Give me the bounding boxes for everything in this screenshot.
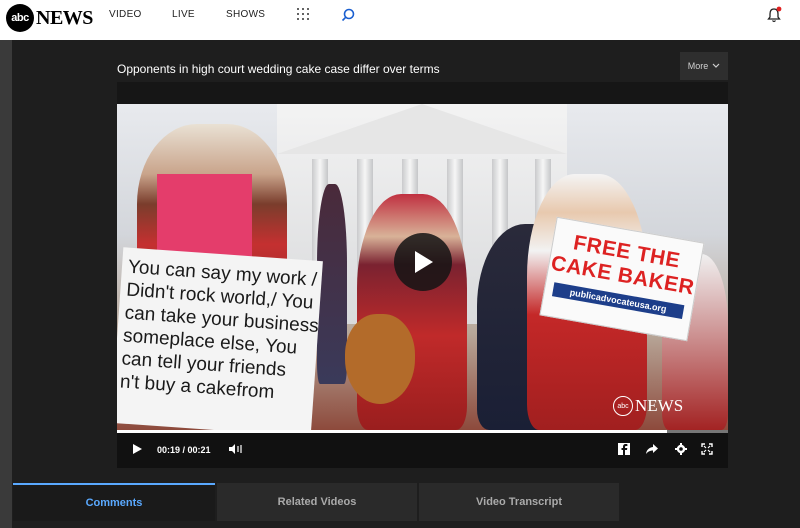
video-title: Opponents in high court wedding cake cas… [117,62,440,76]
title-bar [117,82,728,104]
logo-news-text: NEWS [36,6,93,29]
nav-shows[interactable]: SHOWS [226,9,265,20]
tab-comments[interactable]: Comments [13,483,215,521]
guitar [345,314,415,404]
site-header: abc NEWS VIDEO LIVE SHOWS [0,0,800,40]
time-display: 00:19 / 00:21 [157,445,211,455]
tab-related-videos[interactable]: Related Videos [215,483,417,521]
nav-video[interactable]: VIDEO [109,9,142,20]
facebook-icon[interactable] [618,443,630,455]
settings-gear-icon[interactable] [675,443,687,455]
volume-icon[interactable] [228,443,244,455]
fullscreen-icon[interactable] [701,443,713,455]
chevron-down-icon [712,63,720,68]
tab-video-transcript[interactable]: Video Transcript [417,483,619,521]
protest-sign-left: You can say my work / Didn't rock world,… [117,247,323,430]
more-button[interactable]: More [680,52,728,80]
bell-icon[interactable] [766,6,782,24]
video-player[interactable]: You can say my work / Didn't rock world,… [117,104,728,430]
video-controls: 00:19 / 00:21 [117,430,728,468]
grid-icon[interactable] [297,8,309,20]
nav-live[interactable]: LIVE [172,9,195,20]
tab-bar: Comments Related Videos Video Transcript [13,483,619,521]
abc-logo-circle: abc [6,4,34,32]
progress-bar[interactable] [117,430,728,433]
share-icon[interactable] [645,443,659,455]
abc-news-logo[interactable]: abc NEWS [6,4,93,32]
play-overlay-button[interactable] [394,233,452,291]
notification-dot [776,6,782,12]
search-icon[interactable] [340,7,356,23]
play-icon [415,251,433,273]
play-icon[interactable] [131,443,143,455]
more-label: More [687,61,709,71]
progress-fill [117,430,667,433]
abc-news-watermark: abc NEWS [613,396,683,416]
left-strip [0,40,12,528]
